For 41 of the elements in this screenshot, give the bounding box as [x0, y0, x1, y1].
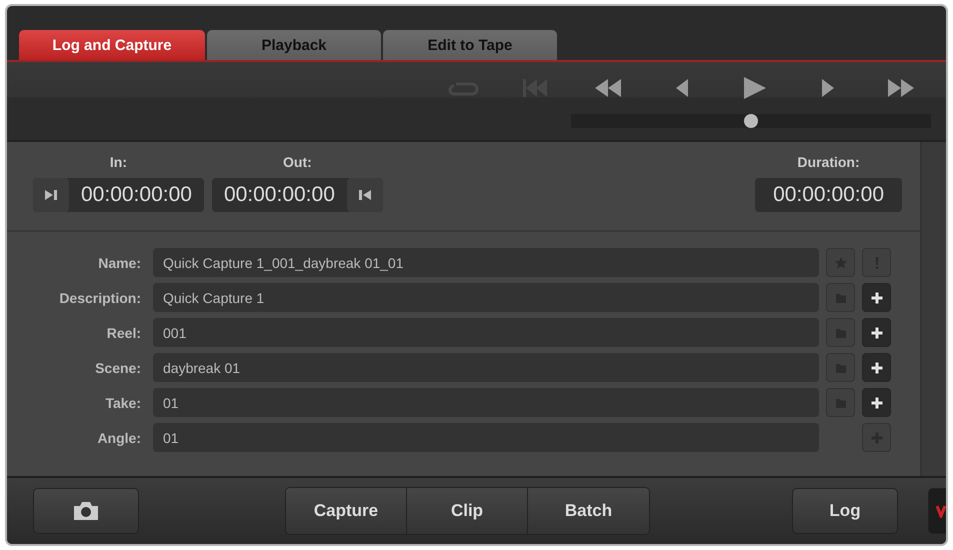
- input-field[interactable]: Quick Capture 1: [153, 283, 819, 312]
- mark-in-icon: [44, 189, 58, 201]
- camera-button[interactable]: [33, 488, 139, 534]
- plus-button[interactable]: [862, 283, 891, 312]
- tab[interactable]: Log and Capture: [19, 30, 205, 60]
- back-icon: [675, 76, 689, 100]
- input-field[interactable]: daybreak 01: [153, 353, 819, 382]
- out-label: Out:: [283, 154, 312, 170]
- forward-icon: [821, 76, 835, 100]
- plus-button[interactable]: [862, 318, 891, 347]
- cut-off-button[interactable]: [928, 488, 946, 534]
- scrubber-track[interactable]: [571, 114, 931, 128]
- input-field[interactable]: 001: [153, 318, 819, 347]
- mark-out-button[interactable]: [346, 178, 383, 212]
- plus-button[interactable]: [862, 353, 891, 382]
- plus-icon: [870, 360, 884, 374]
- camera-icon: [73, 501, 99, 521]
- scrubber-handle[interactable]: [744, 114, 758, 128]
- input-field[interactable]: Quick Capture 1_001_daybreak 01_01: [153, 248, 819, 277]
- capture-mode-button[interactable]: Batch: [528, 488, 649, 534]
- plus-icon: [870, 396, 884, 410]
- plus-button[interactable]: [862, 388, 891, 417]
- field-label: Take:: [104, 394, 141, 410]
- in-label: In:: [110, 154, 128, 170]
- log-button[interactable]: Log: [792, 488, 898, 534]
- field-label: Description:: [58, 290, 141, 306]
- field-label: Angle:: [96, 430, 141, 446]
- mark-out-icon: [358, 189, 372, 201]
- field-label: Scene:: [94, 360, 141, 376]
- input-field[interactable]: 01: [153, 423, 819, 452]
- mark-in-button[interactable]: [33, 178, 69, 212]
- field-label: Reel:: [106, 324, 141, 340]
- plus-icon: [870, 290, 884, 304]
- duration-label: Duration:: [797, 154, 860, 170]
- plus-icon: [870, 326, 884, 340]
- capture-mode-button[interactable]: Clip: [407, 488, 528, 534]
- duration-timecode: 00:00:00:00: [755, 178, 902, 212]
- field-label: Name:: [97, 254, 141, 270]
- v-mark-icon: [936, 504, 946, 518]
- capture-mode-button[interactable]: Capture: [286, 488, 407, 534]
- input-field[interactable]: 01: [153, 388, 819, 417]
